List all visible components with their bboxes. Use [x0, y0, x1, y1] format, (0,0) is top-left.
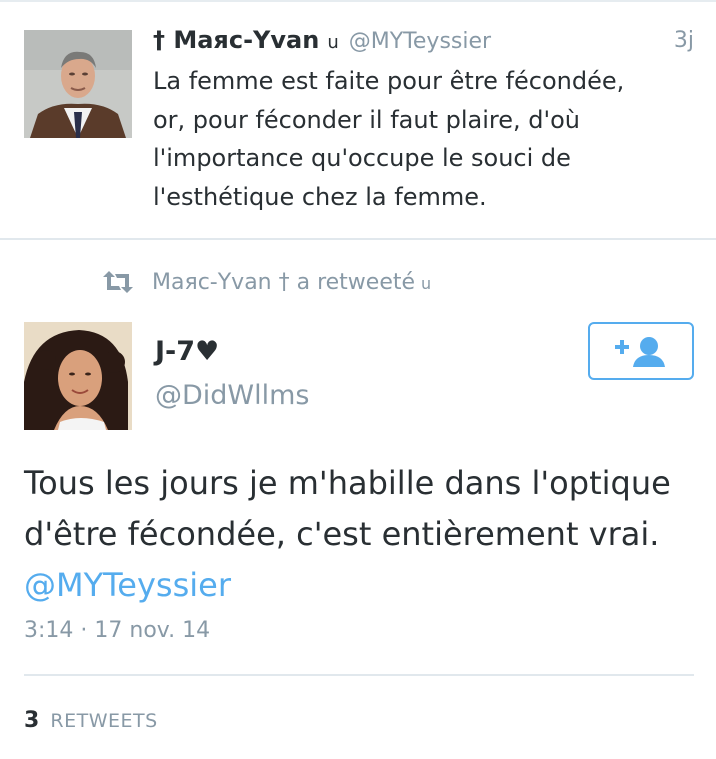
tweet-date: 17 nov. 14: [94, 618, 211, 643]
tweet-header: † Маяс-Yvan ս @MYTeyssier: [153, 26, 491, 60]
add-user-icon: [615, 337, 665, 367]
retweet-stats[interactable]: 3 RETWEETS: [24, 708, 158, 733]
author-name[interactable]: † Маяс-Yvan: [153, 26, 319, 54]
tweet-body: Tous les jours je m'habille dans l'optiq…: [24, 464, 671, 553]
retweet-context-suffix: ս: [421, 273, 432, 293]
avatar[interactable]: [24, 30, 132, 138]
mention-link[interactable]: @MYTeyssier: [24, 566, 231, 604]
avatar-image: [24, 322, 132, 430]
author-handle[interactable]: @DidWllms: [155, 380, 310, 411]
retweet-count: 3: [24, 708, 40, 733]
avatar[interactable]: [24, 322, 132, 430]
meta-separator: ·: [80, 618, 88, 643]
retweet-label: RETWEETS: [50, 710, 158, 732]
author-name[interactable]: J-7♥: [155, 336, 219, 367]
tweet-timestamp[interactable]: 3:14 · 17 nov. 14: [24, 618, 210, 643]
follow-button[interactable]: [588, 322, 694, 380]
tweet-text: Tous les jours je m'habille dans l'optiq…: [24, 458, 704, 611]
name-suffix: ս: [327, 32, 339, 53]
tweet-text: La femme est faite pour être fécondée, o…: [153, 67, 625, 211]
retweet-context[interactable]: Маяс-Yvan † a retweeté ս: [102, 266, 431, 298]
author-handle[interactable]: @MYTeyssier: [349, 29, 491, 54]
tweet-conversation[interactable]: † Маяс-Yvan ս @MYTeyssier 3j La femme es…: [0, 2, 716, 238]
divider: [0, 238, 716, 240]
retweet-icon: [103, 271, 133, 293]
tweet-time[interactable]: 3j: [674, 28, 694, 53]
divider: [24, 674, 694, 676]
tweet-time: 3:14: [24, 618, 74, 643]
avatar-image: [24, 30, 132, 138]
retweet-context-label: Маяс-Yvan † a retweeté ս: [152, 269, 432, 295]
